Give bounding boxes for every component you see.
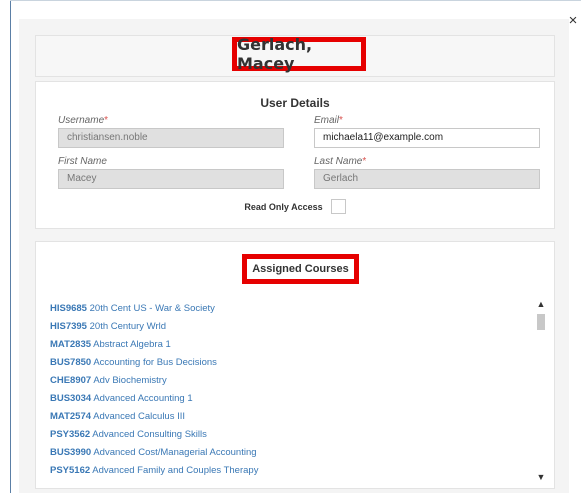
user-name-title: Gerlach, Macey [237,35,313,73]
window-left-border [10,0,11,493]
username-field: christiansen.noble [58,128,284,148]
scroll-up-icon[interactable]: ▲ [534,298,548,310]
title-highlight: Gerlach, Macey [232,35,366,73]
email-label: Email* [314,115,343,126]
title-panel: Gerlach, Macey [35,35,555,77]
course-item[interactable]: CHE8907 Adv Biochemistry [50,372,510,390]
user-dialog: Gerlach, Macey User Details Username* ch… [19,19,569,493]
course-list: HIS9685 20th Cent US - War & Society HIS… [50,300,510,482]
scroll-thumb[interactable] [537,314,545,330]
assigned-courses-panel: Assigned Courses HIS9685 20th Cent US - … [35,241,555,489]
course-item[interactable]: BUS7850 Accounting for Bus Decisions [50,354,510,372]
scroll-down-icon[interactable]: ▼ [534,471,548,483]
course-item[interactable]: MAT2835 Abstract Algebra 1 [50,336,510,354]
last-name-label: Last Name* [314,156,367,167]
course-item[interactable]: HIS9685 20th Cent US - War & Society [50,300,510,318]
read-only-access-label: Read Only Access [244,201,323,212]
course-item[interactable]: HIS7395 20th Century Wrld [50,318,510,336]
course-item[interactable]: BUS3990 Advanced Cost/Managerial Account… [50,444,510,462]
read-only-access-checkbox[interactable] [330,199,346,214]
last-name-field: Gerlach [314,169,540,189]
course-item[interactable]: BUS3034 Advanced Accounting 1 [50,390,510,408]
courses-highlight: Assigned Courses [242,254,359,284]
course-item[interactable]: PSY3562 Advanced Consulting Skills [50,426,510,444]
username-label: Username* [58,115,109,126]
assigned-courses-heading: Assigned Courses [252,263,349,275]
first-name-field: Macey [58,169,284,189]
user-details-heading: User Details [260,96,330,110]
course-item[interactable]: PSY5162 Advanced Family and Couples Ther… [50,462,510,480]
user-details-panel: User Details Username* christiansen.nobl… [35,81,555,229]
first-name-label: First Name [58,156,107,167]
read-only-access-row: Read Only Access [36,199,554,214]
course-item[interactable]: MAT2574 Advanced Calculus III [50,408,510,426]
email-field[interactable]: michaela11@example.com [314,128,540,148]
course-list-scrollbar[interactable]: ▲ ▼ [534,298,548,483]
window-top-border [10,0,581,6]
